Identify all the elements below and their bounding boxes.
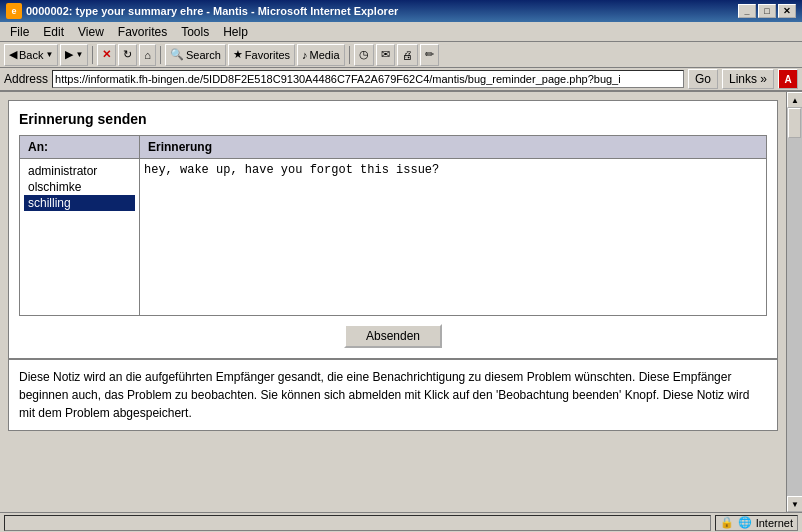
menu-edit[interactable]: Edit [37, 23, 70, 41]
recipient-olschimke[interactable]: olschimke [24, 179, 135, 195]
forward-button[interactable]: ▶ ▼ [60, 44, 88, 66]
menu-favorites[interactable]: Favorites [112, 23, 173, 41]
forward-icon: ▶ [65, 48, 73, 61]
address-label: Address [4, 72, 48, 86]
mail-button[interactable]: ✉ [376, 44, 395, 66]
adobe-icon: A [778, 69, 798, 89]
scroll-down-arrow[interactable]: ▼ [787, 496, 802, 512]
stop-icon: ✕ [102, 48, 111, 61]
menu-bar: File Edit View Favorites Tools Help [0, 22, 802, 42]
toolbar: ◀ Back ▼ ▶ ▼ ✕ ↻ ⌂ 🔍 Search ★ Favorites … [0, 42, 802, 68]
close-button[interactable]: ✕ [778, 4, 796, 18]
status-left [4, 515, 711, 531]
edit-button[interactable]: ✏ [420, 44, 439, 66]
zone-icon: 🌐 [738, 516, 752, 529]
security-zone: 🔒 🌐 Internet [715, 515, 798, 531]
minimize-button[interactable]: _ [738, 4, 756, 18]
maximize-button[interactable]: □ [758, 4, 776, 18]
history-button[interactable]: ◷ [354, 44, 374, 66]
lock-icon: 🔒 [720, 516, 734, 529]
media-button[interactable]: ♪ Media [297, 44, 344, 66]
forward-arrow-icon: ▼ [75, 50, 83, 59]
info-text: Diese Notiz wird an die aufgeführten Emp… [19, 370, 749, 420]
panel-title: Erinnerung senden [19, 111, 767, 127]
info-box: Diese Notiz wird an die aufgeführten Emp… [8, 359, 778, 431]
links-button[interactable]: Links » [722, 69, 774, 89]
address-url: https://informatik.fh-bingen.de/5IDD8F2E… [55, 73, 621, 85]
home-icon: ⌂ [144, 49, 151, 61]
col-to-header: An: [20, 136, 140, 159]
toolbar-separator-2 [160, 46, 161, 64]
message-textarea[interactable]: hey, wake up, have you forgot this issue… [144, 163, 762, 308]
stop-button[interactable]: ✕ [97, 44, 116, 66]
address-input[interactable]: https://informatik.fh-bingen.de/5IDD8F2E… [52, 70, 684, 88]
status-bar: 🔒 🌐 Internet [0, 512, 802, 532]
form-table: An: Erinnerung administrator olschimke s… [19, 135, 767, 316]
toolbar-separator-3 [349, 46, 350, 64]
recipients-cell[interactable]: administrator olschimke schilling [20, 159, 140, 316]
print-icon: 🖨 [402, 49, 413, 61]
search-button[interactable]: 🔍 Search [165, 44, 226, 66]
scroll-thumb[interactable] [788, 108, 801, 138]
print-button[interactable]: 🖨 [397, 44, 418, 66]
favorites-button[interactable]: ★ Favorites [228, 44, 295, 66]
menu-tools[interactable]: Tools [175, 23, 215, 41]
message-cell[interactable]: hey, wake up, have you forgot this issue… [140, 159, 767, 316]
scroll-track[interactable] [787, 108, 802, 496]
refresh-icon: ↻ [123, 48, 132, 61]
window-title: 0000002: type your summary ehre - Mantis… [26, 5, 398, 17]
favorites-icon: ★ [233, 48, 243, 61]
recipient-select[interactable]: administrator olschimke schilling [24, 163, 135, 308]
favorites-label: Favorites [245, 49, 290, 61]
app-icon: e [6, 3, 22, 19]
recipient-schilling[interactable]: schilling [24, 195, 135, 211]
media-icon: ♪ [302, 49, 308, 61]
submit-button[interactable]: Absenden [344, 324, 442, 348]
mail-icon: ✉ [381, 48, 390, 61]
back-button[interactable]: ◀ Back ▼ [4, 44, 58, 66]
menu-file[interactable]: File [4, 23, 35, 41]
recipient-administrator[interactable]: administrator [24, 163, 135, 179]
back-label: Back [19, 49, 43, 61]
menu-view[interactable]: View [72, 23, 110, 41]
toolbar-separator-1 [92, 46, 93, 64]
search-icon: 🔍 [170, 48, 184, 61]
history-icon: ◷ [359, 48, 369, 61]
back-icon: ◀ [9, 48, 17, 61]
home-button[interactable]: ⌂ [139, 44, 156, 66]
edit-icon: ✏ [425, 48, 434, 61]
scroll-up-arrow[interactable]: ▲ [787, 92, 802, 108]
go-button[interactable]: Go [688, 69, 718, 89]
menu-help[interactable]: Help [217, 23, 254, 41]
submit-row: Absenden [19, 324, 767, 348]
address-bar: Address https://informatik.fh-bingen.de/… [0, 68, 802, 92]
col-message-header: Erinnerung [140, 136, 767, 159]
refresh-button[interactable]: ↻ [118, 44, 137, 66]
search-label: Search [186, 49, 221, 61]
back-arrow-icon: ▼ [45, 50, 53, 59]
media-label: Media [310, 49, 340, 61]
zone-label: Internet [756, 517, 793, 529]
status-right: 🔒 🌐 Internet [715, 515, 798, 531]
title-bar: e 0000002: type your summary ehre - Mant… [0, 0, 802, 22]
browser-scrollbar[interactable]: ▲ ▼ [786, 92, 802, 512]
main-panel: Erinnerung senden An: Erinnerung adminis… [8, 100, 778, 359]
